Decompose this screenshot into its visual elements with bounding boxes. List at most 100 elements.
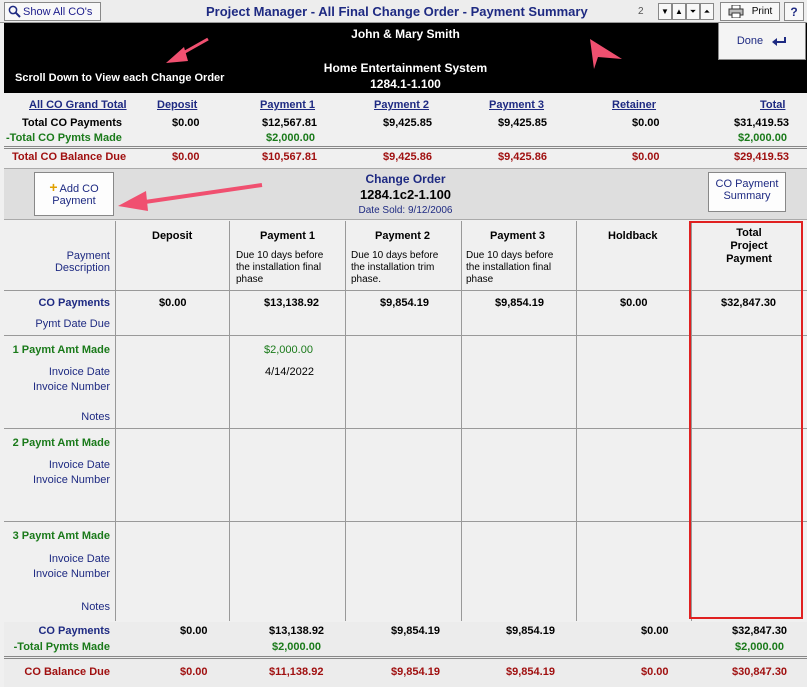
bottom-balance-deposit: $0.00 — [180, 666, 208, 678]
show-all-cos-button[interactable]: Show All CO's — [4, 2, 101, 21]
desc-line: phase. — [351, 274, 382, 285]
notes-label: Notes — [81, 411, 110, 423]
desc-line: phase — [236, 274, 264, 285]
total-column-highlight — [689, 221, 803, 619]
paymt-1-invoice-date[interactable]: 4/14/2022 — [265, 366, 314, 378]
magnifier-icon — [8, 5, 21, 18]
bottom-payment-3: $9,854.19 — [506, 625, 555, 637]
gt-payment-2-value: $9,425.85 — [383, 117, 432, 129]
prev-record-icon[interactable]: ▲ — [672, 3, 686, 20]
col-header-holdback: Holdback — [608, 230, 658, 242]
invoice-date-label: Invoice Date — [48, 366, 110, 378]
desc-line: Due 10 days before — [466, 250, 554, 261]
payment-3-description[interactable]: Due 10 days before the installation fina… — [466, 250, 553, 286]
bottom-holdback: $0.00 — [641, 625, 669, 637]
change-order-header: + Add CO Payment Change Order 1284.1c2-1.… — [4, 168, 807, 220]
annotation-arrow-icon — [166, 37, 209, 63]
payment-grid: Deposit Payment 1 Payment 2 Payment 3 Ho… — [4, 221, 807, 621]
first-record-icon[interactable]: ⏶ — [700, 3, 714, 20]
print-label: Print — [751, 6, 773, 17]
co-payments-label: CO Payments — [38, 297, 110, 309]
co-payment-1[interactable]: $13,138.92 — [264, 297, 319, 309]
pymt-date-due-label: Pymt Date Due — [35, 318, 110, 330]
bottom-total: $32,847.30 — [732, 625, 788, 637]
gt-balance-payment-3: $9,425.86 — [498, 151, 547, 163]
co-payment-summary-button[interactable]: CO Payment Summary — [708, 172, 786, 212]
header-payment-3: Payment 3 — [489, 99, 545, 111]
desc-line: Due 10 days before — [236, 250, 324, 261]
label-line: Description — [54, 262, 110, 274]
co-payment-summary-label: CO Payment — [715, 178, 779, 190]
gt-balance-total: $29,419.53 — [734, 151, 790, 163]
payment-1-description[interactable]: Due 10 days before the installation fina… — [236, 250, 323, 286]
next-record-icon[interactable]: ▼ — [658, 3, 672, 20]
bottom-balance-holdback: $0.00 — [641, 666, 669, 678]
show-all-label: Show All CO's — [23, 5, 93, 18]
divider — [4, 658, 807, 659]
bottom-payment-1: $13,138.92 — [269, 625, 325, 637]
label-line: Payment — [66, 250, 110, 262]
done-label: Done — [736, 35, 764, 47]
co-payment-3[interactable]: $9,854.19 — [495, 297, 544, 309]
gt-retainer-value: $0.00 — [632, 117, 660, 129]
desc-line: phase — [466, 274, 494, 285]
invoice-number-label: Invoice Number — [32, 381, 110, 393]
desc-line: the installation final — [466, 262, 552, 273]
desc-line: Due 10 days before — [351, 250, 439, 261]
paymt-1-amount[interactable]: $2,000.00 — [264, 344, 313, 356]
invoice-date-label: Invoice Date — [48, 553, 110, 565]
bottom-pymts-made-total: $2,000.00 — [735, 641, 784, 653]
change-order-number: 1284.1c2-1.100 — [359, 187, 452, 202]
bottom-balance-payment-1: $11,138.92 — [269, 666, 324, 678]
col-header-deposit: Deposit — [152, 230, 193, 242]
divider — [4, 148, 807, 149]
co-payment-2[interactable]: $9,854.19 — [380, 297, 429, 309]
help-button[interactable]: ? — [784, 2, 804, 21]
last-record-icon[interactable]: ⏷ — [686, 3, 700, 20]
invoice-date-label: Invoice Date — [48, 459, 110, 471]
paymt-3-label: 3 Paymt Amt Made — [12, 530, 110, 542]
window-title: Project Manager - All Final Change Order… — [206, 4, 588, 19]
client-name: John & Mary Smith — [351, 27, 460, 41]
paymt-2-label: 2 Paymt Amt Made — [12, 437, 110, 449]
gt-pymts-made-total: $2,000.00 — [738, 132, 787, 144]
divider — [4, 146, 807, 147]
divider — [4, 656, 807, 657]
co-payment-holdback[interactable]: $0.00 — [620, 297, 648, 309]
header-retainer: Retainer — [612, 99, 657, 111]
payment-2-description[interactable]: Due 10 days before the installation trim… — [351, 250, 438, 286]
header-total: Total — [760, 99, 786, 111]
date-sold: Date Sold: 9/12/2006 — [358, 205, 453, 216]
change-order-title: Change Order — [365, 172, 446, 186]
total-co-pymts-made-label: -Total CO Pymts Made — [6, 132, 122, 144]
header-deposit: Deposit — [157, 99, 198, 111]
annotation-arrow-icon — [590, 39, 622, 69]
job-header: John & Mary Smith Scroll Down to View ea… — [4, 23, 807, 93]
co-payment-summary-label-2: Summary — [723, 190, 771, 202]
co-payment-deposit[interactable]: $0.00 — [159, 297, 187, 309]
invoice-number-label: Invoice Number — [32, 474, 110, 486]
grand-total-link[interactable]: All CO Grand Total — [29, 99, 127, 111]
record-navigation: ▼ ▲ ⏷ ⏶ — [658, 3, 714, 20]
gt-total-value: $31,419.53 — [734, 117, 790, 129]
gt-balance-retainer: $0.00 — [632, 151, 660, 163]
payment-description-label: Payment Description — [4, 250, 110, 274]
page-count: 2 — [638, 6, 644, 17]
print-button[interactable]: Print — [720, 2, 780, 21]
col-header-payment-3: Payment 3 — [490, 230, 546, 242]
gt-balance-deposit: $0.00 — [172, 151, 200, 163]
bottom-balance-label: CO Balance Due — [24, 666, 110, 678]
header-payment-1: Payment 1 — [260, 99, 316, 111]
gt-pymts-made-payment-1: $2,000.00 — [266, 132, 315, 144]
desc-line: the installation final — [236, 262, 322, 273]
bottom-balance-payment-2: $9,854.19 — [391, 666, 440, 678]
title-bar: Show All CO's Project Manager - All Fina… — [0, 0, 807, 23]
job-name: Home Entertainment System — [323, 61, 488, 75]
done-button[interactable]: Done — [718, 22, 806, 60]
col-header-payment-2: Payment 2 — [375, 230, 431, 242]
bottom-balance-payment-3: $9,854.19 — [506, 666, 555, 678]
gt-deposit-value: $0.00 — [172, 117, 200, 129]
bottom-co-payments-label: CO Payments — [38, 625, 110, 637]
bottom-deposit: $0.00 — [180, 625, 208, 637]
grand-total-section: All CO Grand Total Deposit Payment 1 Pay… — [4, 94, 807, 165]
